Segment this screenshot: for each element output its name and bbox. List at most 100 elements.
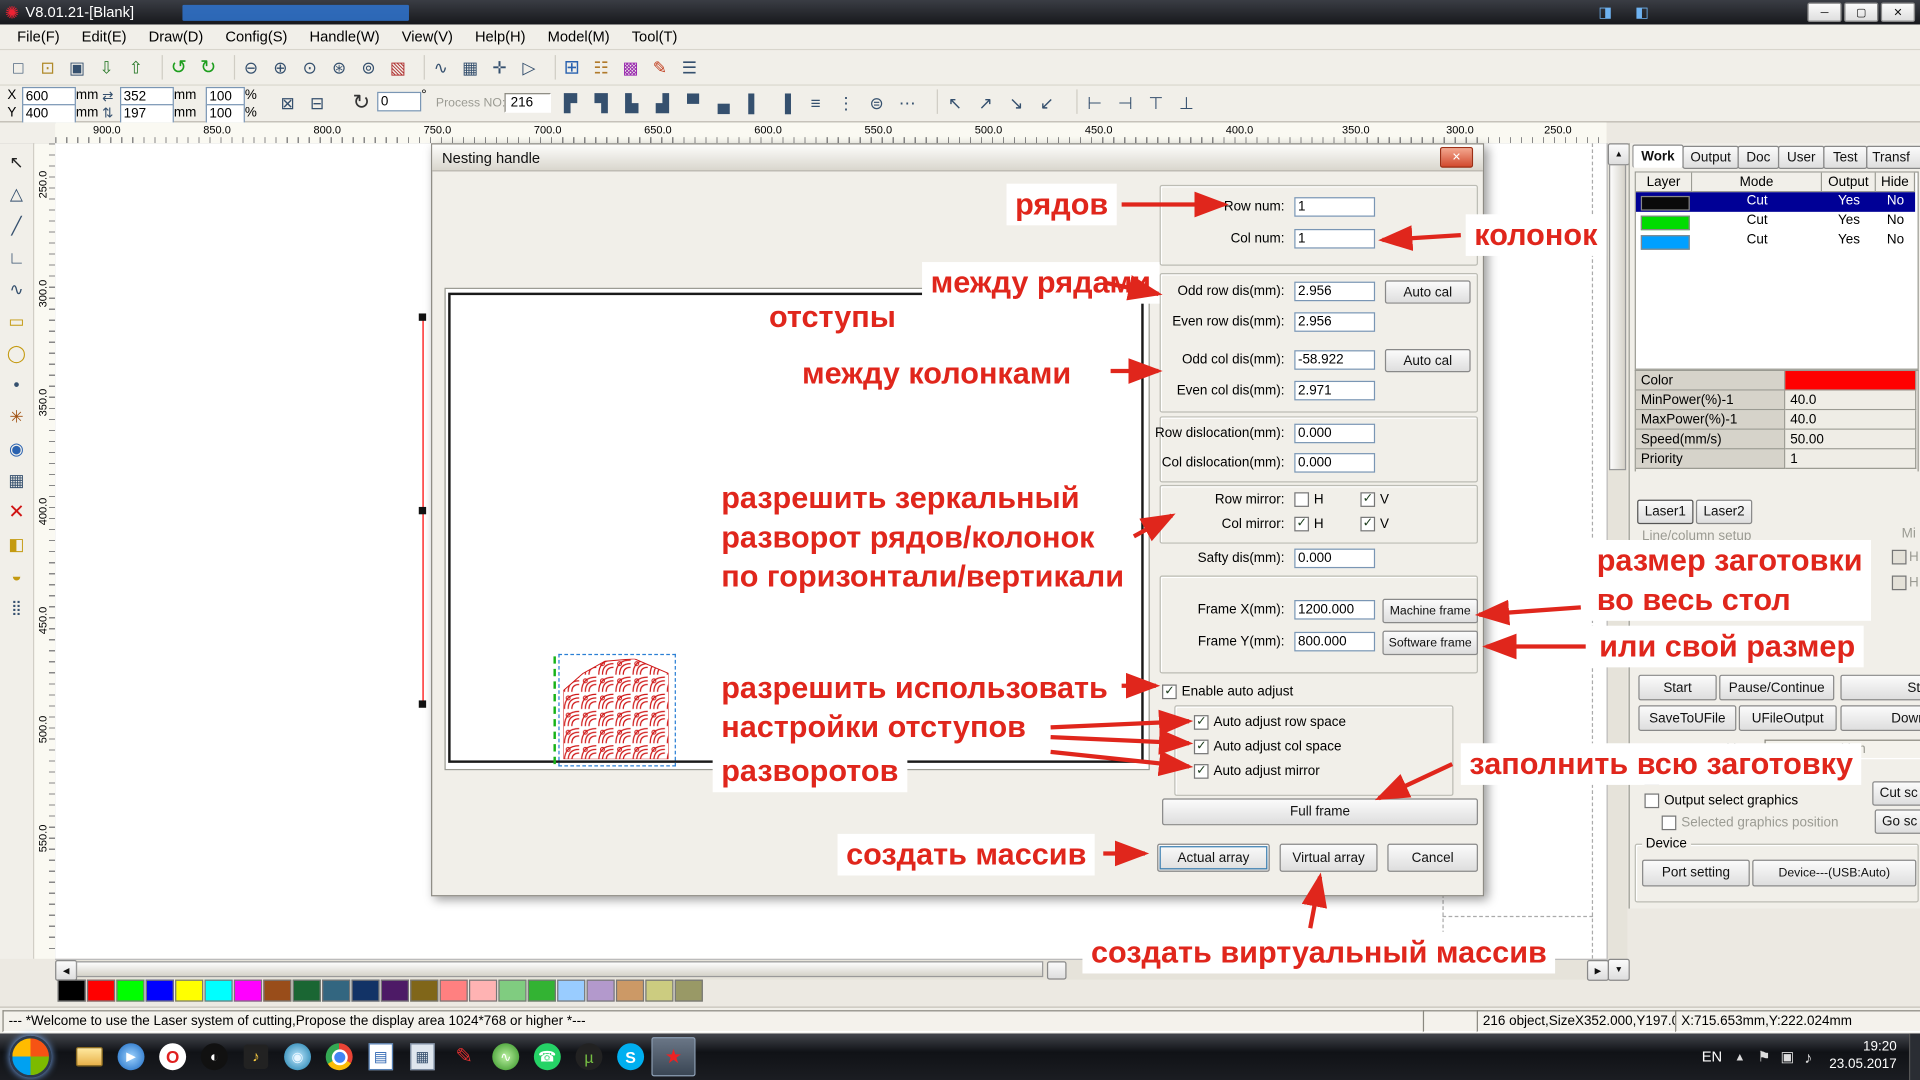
laser2-button[interactable]: Laser2 bbox=[1696, 500, 1752, 524]
export-icon[interactable]: ⇧ bbox=[122, 54, 149, 81]
cut-scale-button[interactable]: Cut sc bbox=[1872, 781, 1920, 805]
delete-tool-icon[interactable]: ✕ bbox=[3, 498, 30, 525]
auto-cal-col-button[interactable]: Auto cal bbox=[1385, 349, 1471, 372]
align-left-icon[interactable]: ▌ bbox=[741, 89, 768, 116]
titlebar-mini-icon[interactable]: ◨ bbox=[1587, 2, 1624, 22]
enable-auto-adjust-checkbox[interactable]: ✓ bbox=[1162, 684, 1177, 699]
corner-nw-icon[interactable]: ↖ bbox=[942, 89, 969, 116]
layer-color-value[interactable] bbox=[1785, 371, 1916, 391]
scroll-right-icon[interactable]: ▶ bbox=[1587, 960, 1609, 981]
same-size-icon[interactable]: ≡ bbox=[802, 89, 829, 116]
import-icon[interactable]: ⇩ bbox=[93, 54, 120, 81]
align-top-left-icon[interactable]: ▛ bbox=[557, 89, 584, 116]
ufile-output-button[interactable]: UFileOutput bbox=[1739, 705, 1837, 731]
corner-sw-icon[interactable]: ↙ bbox=[1033, 89, 1060, 116]
tab-user[interactable]: User bbox=[1778, 146, 1825, 169]
bezier-tool-icon[interactable]: ∿ bbox=[3, 276, 30, 303]
selection-handle[interactable] bbox=[419, 507, 426, 514]
align-bottom-right-icon[interactable]: ▟ bbox=[649, 89, 676, 116]
layer-row[interactable]: Cut Yes No bbox=[1636, 231, 1915, 251]
palette-swatch[interactable] bbox=[351, 980, 379, 1002]
palette-swatch[interactable] bbox=[58, 980, 86, 1002]
tab-transform[interactable]: Transf bbox=[1866, 146, 1920, 169]
snap-right-icon[interactable]: ⊣ bbox=[1112, 89, 1139, 116]
layer-row[interactable]: Cut Yes No bbox=[1636, 192, 1915, 212]
distribute-v-icon[interactable]: ⋮ bbox=[833, 89, 860, 116]
taskbar-rdworks-icon[interactable]: ★ bbox=[651, 1037, 695, 1076]
polyline-tool-icon[interactable]: ∟ bbox=[3, 244, 30, 271]
cancel-button[interactable]: Cancel bbox=[1387, 844, 1478, 872]
auto-adjust-mirror-checkbox[interactable]: ✓ bbox=[1194, 764, 1209, 779]
col-mirror-v-checkbox[interactable]: ✓ bbox=[1360, 517, 1375, 532]
nested-part-preview[interactable] bbox=[563, 659, 668, 759]
col-num-input[interactable] bbox=[1294, 229, 1375, 249]
mirror-h-tool-icon[interactable]: ◧ bbox=[3, 530, 30, 557]
y-coord-input[interactable] bbox=[22, 104, 76, 124]
prop-value[interactable]: 40.0 bbox=[1785, 391, 1916, 411]
layer-color-swatch[interactable] bbox=[1641, 216, 1690, 231]
align-top-icon[interactable]: ▀ bbox=[680, 89, 707, 116]
scroll-down-icon[interactable]: ▼ bbox=[1608, 959, 1630, 981]
monitor-tool-icon[interactable]: ⊞ bbox=[558, 54, 585, 81]
list-tool-icon[interactable]: ☰ bbox=[676, 54, 703, 81]
tab-test[interactable]: Test bbox=[1823, 146, 1867, 169]
menu-help[interactable]: Help(H) bbox=[465, 26, 535, 48]
y-scale-input[interactable] bbox=[206, 104, 245, 124]
start-button[interactable]: Start bbox=[1638, 675, 1716, 701]
taskbar-browser-icon[interactable]: ◐ bbox=[193, 1038, 235, 1075]
palette-swatch[interactable] bbox=[204, 980, 232, 1002]
auto-adjust-row-checkbox[interactable]: ✓ bbox=[1194, 715, 1209, 730]
open-folder-icon[interactable]: ⊡ bbox=[34, 54, 61, 81]
palette-swatch[interactable] bbox=[645, 980, 673, 1002]
palette-tool-icon[interactable]: ▩ bbox=[617, 54, 644, 81]
tray-display-icon[interactable]: ▣ bbox=[1781, 1048, 1795, 1065]
dialog-close-button[interactable]: ✕ bbox=[1440, 147, 1473, 168]
laser1-button[interactable]: Laser1 bbox=[1637, 500, 1693, 524]
rect-tool-icon[interactable]: ▭ bbox=[3, 307, 30, 334]
show-desktop-button[interactable] bbox=[1909, 1033, 1920, 1080]
same-width-icon[interactable]: ⊜ bbox=[863, 89, 890, 116]
row-num-input[interactable] bbox=[1294, 197, 1375, 217]
save-to-ufile-button[interactable]: SaveToUFile bbox=[1638, 705, 1736, 731]
new-file-icon[interactable]: □ bbox=[5, 54, 32, 81]
snap-bottom-icon[interactable]: ⊥ bbox=[1173, 89, 1200, 116]
align-bottom-left-icon[interactable]: ▙ bbox=[618, 89, 645, 116]
maximize-button[interactable]: ▢ bbox=[1844, 2, 1878, 22]
zoom-page-icon[interactable]: ⊚ bbox=[355, 54, 382, 81]
menu-handle[interactable]: Handle(W) bbox=[300, 26, 390, 48]
selection-handle[interactable] bbox=[419, 700, 426, 707]
curve-tool-icon[interactable]: ∿ bbox=[427, 54, 454, 81]
track-tool-icon[interactable]: ✛ bbox=[486, 54, 513, 81]
taskbar-media-player-icon[interactable]: ▶ bbox=[110, 1038, 152, 1075]
line-tool-icon[interactable]: ╱ bbox=[3, 212, 30, 239]
y-size-input[interactable] bbox=[120, 104, 174, 124]
output-select-checkbox[interactable] bbox=[1644, 793, 1659, 808]
layer-color-swatch[interactable] bbox=[1641, 196, 1690, 211]
layer-color-swatch[interactable] bbox=[1641, 235, 1690, 250]
auto-cal-row-button[interactable]: Auto cal bbox=[1385, 280, 1471, 303]
pen-tool-icon[interactable]: ✎ bbox=[647, 54, 674, 81]
palette-swatch[interactable] bbox=[293, 980, 321, 1002]
taskbar-whatsapp-icon[interactable]: ☎ bbox=[527, 1038, 569, 1075]
palette-swatch[interactable] bbox=[528, 980, 556, 1002]
taskbar-feather-icon[interactable]: ✎ bbox=[443, 1038, 485, 1075]
menu-view[interactable]: View(V) bbox=[392, 26, 463, 48]
rotate-icon[interactable]: ↻ bbox=[348, 89, 375, 116]
taskbar-calculator-icon[interactable]: ▦ bbox=[402, 1038, 444, 1075]
palette-swatch[interactable] bbox=[116, 980, 144, 1002]
actual-array-button[interactable]: Actual array bbox=[1157, 844, 1270, 872]
grid-tool-icon[interactable]: ▦ bbox=[3, 467, 30, 494]
swap-y-icon[interactable]: ⇅ bbox=[98, 103, 118, 123]
palette-swatch[interactable] bbox=[146, 980, 174, 1002]
go-scale-button[interactable]: Go sc bbox=[1875, 809, 1920, 833]
col-mirror-h-checkbox[interactable]: ✓ bbox=[1294, 517, 1309, 532]
frame-y-input[interactable] bbox=[1294, 632, 1375, 652]
tray-language[interactable]: EN bbox=[1702, 1048, 1722, 1065]
auto-adjust-col-checkbox[interactable]: ✓ bbox=[1194, 740, 1209, 755]
frame-x-input[interactable] bbox=[1294, 600, 1375, 620]
palette-swatch[interactable] bbox=[322, 980, 350, 1002]
scrollbar-thumb[interactable] bbox=[76, 961, 1043, 977]
download-button[interactable]: Download bbox=[1840, 705, 1920, 731]
palette-swatch[interactable] bbox=[557, 980, 585, 1002]
dialog-title-bar[interactable]: Nesting handle ✕ bbox=[432, 144, 1483, 171]
